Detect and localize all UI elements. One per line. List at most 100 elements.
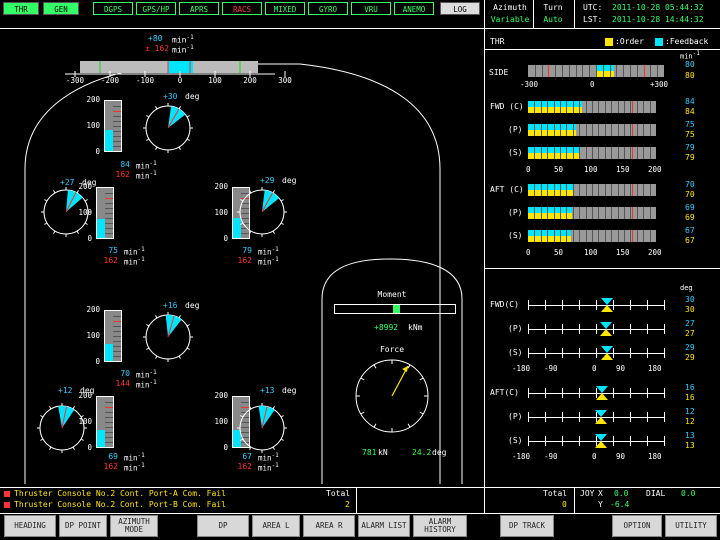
- dp-button[interactable]: DP: [197, 515, 249, 537]
- feedback-legend: :Feedback: [665, 37, 709, 46]
- aft-deg-order: 12: [685, 417, 695, 426]
- fwd-deg-feedback: 27: [685, 319, 695, 328]
- rpm-scale-label: 0: [95, 357, 100, 366]
- azimuth-deg-unit: deg: [185, 92, 200, 101]
- rpm-unit: min-1: [124, 246, 145, 257]
- utility-button[interactable]: UTILITY: [665, 515, 717, 537]
- rpm-unit: min-1: [136, 369, 157, 380]
- tab-mixed[interactable]: MIXED: [265, 2, 305, 15]
- aft-deg-tick: 180: [648, 452, 662, 461]
- rpm-order: 162: [103, 256, 118, 265]
- tab-dgps[interactable]: DGPS: [93, 2, 133, 15]
- rpm-scale-label: 100: [86, 331, 100, 340]
- alarm-item-2[interactable]: Thruster Console No.2 Cont. Port-B Com. …: [14, 500, 226, 509]
- rpm-unit: min-1: [124, 452, 145, 463]
- fwd-deg-order: 29: [685, 353, 695, 362]
- dial-label: DIAL: [646, 489, 666, 498]
- aft-order: 67: [685, 236, 695, 245]
- aft-feedback: 70: [685, 180, 695, 189]
- fwd-deg-order: 27: [685, 329, 695, 338]
- area-r-button[interactable]: AREA R: [303, 515, 355, 537]
- fwd-feedback: 75: [685, 120, 695, 129]
- fwd-axis-tick: 200: [648, 165, 662, 174]
- order-legend: :Order: [615, 37, 644, 46]
- rpm-bar: [96, 187, 114, 239]
- fwd-deg-marker: [600, 322, 613, 336]
- utc-time: 2011-10-28 05:44:32: [612, 3, 704, 12]
- heading-button[interactable]: HEADING: [4, 515, 56, 537]
- fwd-deg-feedback: 30: [685, 295, 695, 304]
- azimuth-deg-value: +12: [58, 386, 73, 395]
- tab-log[interactable]: LOG: [440, 2, 480, 15]
- fwd-bar: [528, 101, 656, 113]
- area-l-button[interactable]: AREA L: [252, 515, 300, 537]
- thr-panel-title: THR: [490, 37, 505, 46]
- side-axis-tick: -300: [520, 80, 539, 89]
- rpm-unit: min-1: [136, 160, 157, 171]
- rpm-order: 144: [115, 379, 130, 388]
- tab-thr[interactable]: THR: [3, 2, 39, 15]
- aft-deg-feedback: 12: [685, 407, 695, 416]
- fwd-deg-label: (P): [508, 324, 523, 333]
- tab-vru[interactable]: VRU: [351, 2, 391, 15]
- aft-bar: [528, 207, 656, 219]
- aft-deg-tick: -180: [512, 452, 531, 461]
- side-thruster-unit-2: min-1: [172, 44, 194, 55]
- dp-point-button[interactable]: DP POINT: [59, 515, 107, 537]
- side-feedback: 80: [685, 60, 695, 69]
- force-title: Force: [379, 345, 405, 354]
- aft-axis-tick: 200: [648, 248, 662, 257]
- rpm-scale-label: 0: [223, 234, 228, 243]
- moment-title: Moment: [377, 290, 407, 299]
- alarm-total-label: Total: [326, 489, 351, 498]
- force-dial: [355, 359, 429, 433]
- azimuth-dial: [37, 403, 87, 453]
- side-label: SIDE: [489, 68, 509, 77]
- aft-axis-tick: 50: [554, 248, 564, 257]
- tab-aprs[interactable]: APRS: [179, 2, 219, 15]
- force-deg-unit: deg: [432, 448, 447, 457]
- aft-feedback: 69: [685, 203, 695, 212]
- azimuth-dial: [237, 187, 287, 237]
- rpm-feedback: 79: [242, 246, 252, 255]
- azimuth-deg-unit: deg: [80, 386, 95, 395]
- rpm-bar: [96, 396, 114, 448]
- fwd-deg-tick: 0: [592, 364, 597, 373]
- fwd-deg-tick: 180: [648, 364, 662, 373]
- rpm-unit: min-1: [258, 452, 279, 463]
- rpm-scale-label: 200: [214, 182, 228, 191]
- order-legend-swatch: [605, 38, 613, 46]
- side-tick-label: -200: [100, 76, 120, 85]
- aft-label: (S): [508, 231, 523, 240]
- rpm-bar: [104, 310, 122, 362]
- alarm-list-button[interactable]: ALARM LIST: [358, 515, 410, 537]
- azimuth-deg-value: +29: [260, 176, 275, 185]
- tab-gen[interactable]: GEN: [43, 2, 79, 15]
- tab-gps-hp[interactable]: GPS/HP: [136, 2, 176, 15]
- side-tick-label: 300: [278, 76, 292, 85]
- azimuth-mode-button[interactable]: AZIMUTH MODE: [110, 515, 158, 537]
- alarm-total2: 0: [562, 500, 567, 509]
- aft-axis-tick: 100: [584, 248, 598, 257]
- option-button[interactable]: OPTION: [612, 515, 662, 537]
- alarm-history-button[interactable]: ALARM HISTORY: [413, 515, 467, 537]
- side-tick-label: -100: [135, 76, 155, 85]
- turn-value: Auto: [543, 15, 563, 24]
- rpm-unit: min-1: [258, 256, 279, 267]
- fwd-feedback: 84: [685, 97, 695, 106]
- alarm-total2-label: Total: [543, 489, 568, 498]
- tab-gyro[interactable]: GYRO: [308, 2, 348, 15]
- rpm-unit: min-1: [136, 379, 157, 390]
- side-axis-tick: +300: [650, 80, 669, 89]
- fwd-bar: [528, 124, 656, 136]
- rpm-scale-label: 200: [86, 305, 100, 314]
- side-axis-tick: 0: [590, 80, 595, 89]
- alarm-total: 2: [345, 500, 350, 509]
- dial-value: 0.0: [681, 489, 696, 498]
- tab-anemo[interactable]: ANEMO: [394, 2, 434, 15]
- tab-racs[interactable]: RACS: [222, 2, 262, 15]
- aft-deg-tick: 90: [616, 452, 626, 461]
- alarm-item-1[interactable]: Thruster Console No.2 Cont. Port-A Com. …: [14, 489, 226, 498]
- rpm-scale-label: 100: [214, 417, 228, 426]
- dp-track-button[interactable]: DP TRACK: [500, 515, 554, 537]
